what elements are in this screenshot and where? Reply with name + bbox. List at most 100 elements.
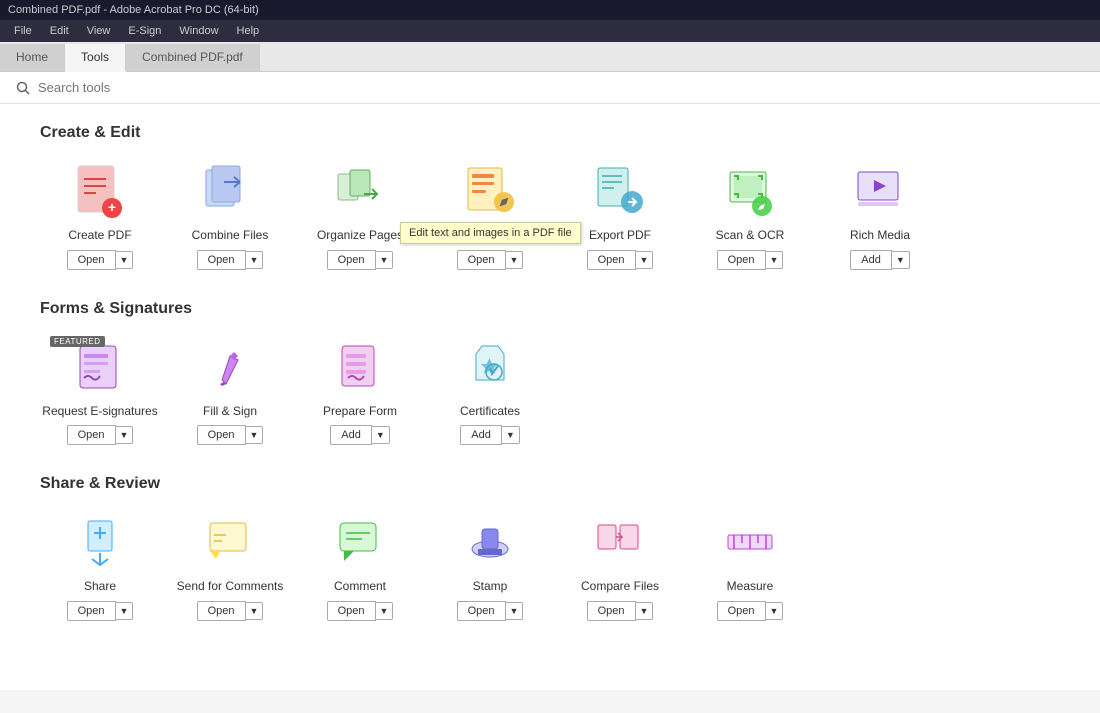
fill-sign-arrow-btn[interactable]: ▼ (246, 426, 264, 444)
certificates-add-btn[interactable]: Add (460, 425, 502, 445)
tool-edit-pdf: Edit text and images in a PDF file Edit … (430, 162, 550, 270)
fill-sign-label: Fill & Sign (203, 404, 257, 420)
prepare-form-label: Prepare Form (323, 404, 397, 420)
send-comments-icon (200, 513, 260, 573)
organize-pages-btn-group: Open ▼ (327, 250, 394, 270)
fill-sign-btn-group: Open ▼ (197, 425, 264, 445)
edit-pdf-open-btn[interactable]: Open (457, 250, 506, 270)
tool-prepare-form: Prepare Form Add ▼ (300, 338, 420, 446)
tool-organize-pages: Organize Pages Open ▼ (300, 162, 420, 270)
tool-rich-media: Rich Media Add ▼ (820, 162, 940, 270)
tool-create-pdf: + Create PDF Open ▼ (40, 162, 160, 270)
measure-label: Measure (727, 579, 774, 595)
edit-pdf-arrow-btn[interactable]: ▼ (506, 251, 524, 269)
tab-tools[interactable]: Tools (65, 44, 126, 72)
prepare-form-icon (330, 338, 390, 398)
tool-fill-sign: Fill & Sign Open ▼ (170, 338, 290, 446)
rich-media-label: Rich Media (850, 228, 910, 244)
share-review-grid: Share Open ▼ Send for Comments Ope (40, 513, 1060, 621)
scan-ocr-arrow-btn[interactable]: ▼ (766, 251, 784, 269)
organize-pages-open-btn[interactable]: Open (327, 250, 376, 270)
prepare-form-add-btn[interactable]: Add (330, 425, 372, 445)
tool-request-esignatures: FEATURED Request E-signatures Open ▼ (40, 338, 160, 446)
create-pdf-btn-group: Open ▼ (67, 250, 134, 270)
fill-sign-open-btn[interactable]: Open (197, 425, 246, 445)
section-share-review: Share & Review Share Open ▼ (40, 475, 1060, 621)
section-forms-title: Forms & Signatures (40, 300, 1060, 318)
create-pdf-open-btn[interactable]: Open (67, 250, 116, 270)
tool-comment: Comment Open ▼ (300, 513, 420, 621)
request-esig-open-btn[interactable]: Open (67, 425, 116, 445)
stamp-arrow-btn[interactable]: ▼ (506, 602, 524, 620)
app-title: Combined PDF.pdf - Adobe Acrobat Pro DC … (8, 4, 259, 16)
organize-pages-icon (330, 162, 390, 222)
section-create-edit: Create & Edit + Create PDF Open ▼ (40, 124, 1060, 270)
share-open-btn[interactable]: Open (67, 601, 116, 621)
create-pdf-arrow-btn[interactable]: ▼ (116, 251, 134, 269)
rich-media-add-btn[interactable]: Add (850, 250, 892, 270)
tool-measure: Measure Open ▼ (690, 513, 810, 621)
fill-sign-icon (200, 338, 260, 398)
rich-media-arrow-btn[interactable]: ▼ (892, 251, 910, 269)
section-forms-signatures: Forms & Signatures FEATURED Request E-si… (40, 300, 1060, 446)
main-content: Create & Edit + Create PDF Open ▼ (0, 104, 1100, 690)
combine-files-open-btn[interactable]: Open (197, 250, 246, 270)
share-icon (70, 513, 130, 573)
combine-files-arrow-btn[interactable]: ▼ (246, 251, 264, 269)
certificates-icon (460, 338, 520, 398)
organize-pages-label: Organize Pages (317, 228, 403, 244)
request-esig-btn-group: Open ▼ (67, 425, 134, 445)
request-esig-arrow-btn[interactable]: ▼ (116, 426, 134, 444)
title-bar: Combined PDF.pdf - Adobe Acrobat Pro DC … (0, 0, 1100, 20)
organize-pages-arrow-btn[interactable]: ▼ (376, 251, 394, 269)
comment-label: Comment (334, 579, 386, 595)
compare-icon (590, 513, 650, 573)
tool-scan-ocr: Scan & OCR Open ▼ (690, 162, 810, 270)
share-btn-group: Open ▼ (67, 601, 134, 621)
rich-media-btn-group: Add ▼ (850, 250, 910, 270)
menu-help[interactable]: Help (229, 22, 268, 40)
request-esig-icon (70, 338, 130, 398)
search-input[interactable] (38, 80, 338, 95)
create-edit-grid: + Create PDF Open ▼ Combi (40, 162, 1060, 270)
create-pdf-label: Create PDF (68, 228, 131, 244)
menu-file[interactable]: File (6, 22, 40, 40)
send-comments-open-btn[interactable]: Open (197, 601, 246, 621)
compare-label: Compare Files (581, 579, 659, 595)
certificates-arrow-btn[interactable]: ▼ (502, 426, 520, 444)
search-bar (0, 72, 1100, 104)
scan-ocr-btn-group: Open ▼ (717, 250, 784, 270)
stamp-open-btn[interactable]: Open (457, 601, 506, 621)
measure-icon (720, 513, 780, 573)
menu-window[interactable]: Window (171, 22, 226, 40)
tab-home[interactable]: Home (0, 44, 65, 71)
menu-view[interactable]: View (79, 22, 119, 40)
certificates-btn-group: Add ▼ (460, 425, 520, 445)
menu-esign[interactable]: E-Sign (120, 22, 169, 40)
compare-arrow-btn[interactable]: ▼ (636, 602, 654, 620)
share-arrow-btn[interactable]: ▼ (116, 602, 134, 620)
comment-open-btn[interactable]: Open (327, 601, 376, 621)
export-pdf-arrow-btn[interactable]: ▼ (636, 251, 654, 269)
tab-combined-pdf[interactable]: Combined PDF.pdf (126, 44, 260, 71)
scan-ocr-open-btn[interactable]: Open (717, 250, 766, 270)
combine-files-label: Combine Files (192, 228, 269, 244)
section-create-edit-title: Create & Edit (40, 124, 1060, 142)
edit-pdf-icon (460, 162, 520, 222)
export-pdf-open-btn[interactable]: Open (587, 250, 636, 270)
stamp-btn-group: Open ▼ (457, 601, 524, 621)
featured-badge: FEATURED (50, 336, 105, 347)
measure-arrow-btn[interactable]: ▼ (766, 602, 784, 620)
tool-stamp: Stamp Open ▼ (430, 513, 550, 621)
send-comments-arrow-btn[interactable]: ▼ (246, 602, 264, 620)
certificates-label: Certificates (460, 404, 520, 420)
prepare-form-btn-group: Add ▼ (330, 425, 390, 445)
compare-open-btn[interactable]: Open (587, 601, 636, 621)
tool-compare: Compare Files Open ▼ (560, 513, 680, 621)
comment-arrow-btn[interactable]: ▼ (376, 602, 394, 620)
measure-open-btn[interactable]: Open (717, 601, 766, 621)
prepare-form-arrow-btn[interactable]: ▼ (372, 426, 390, 444)
menu-edit[interactable]: Edit (42, 22, 77, 40)
svg-text:+: + (108, 199, 116, 215)
tool-export-pdf: Export PDF Open ▼ (560, 162, 680, 270)
